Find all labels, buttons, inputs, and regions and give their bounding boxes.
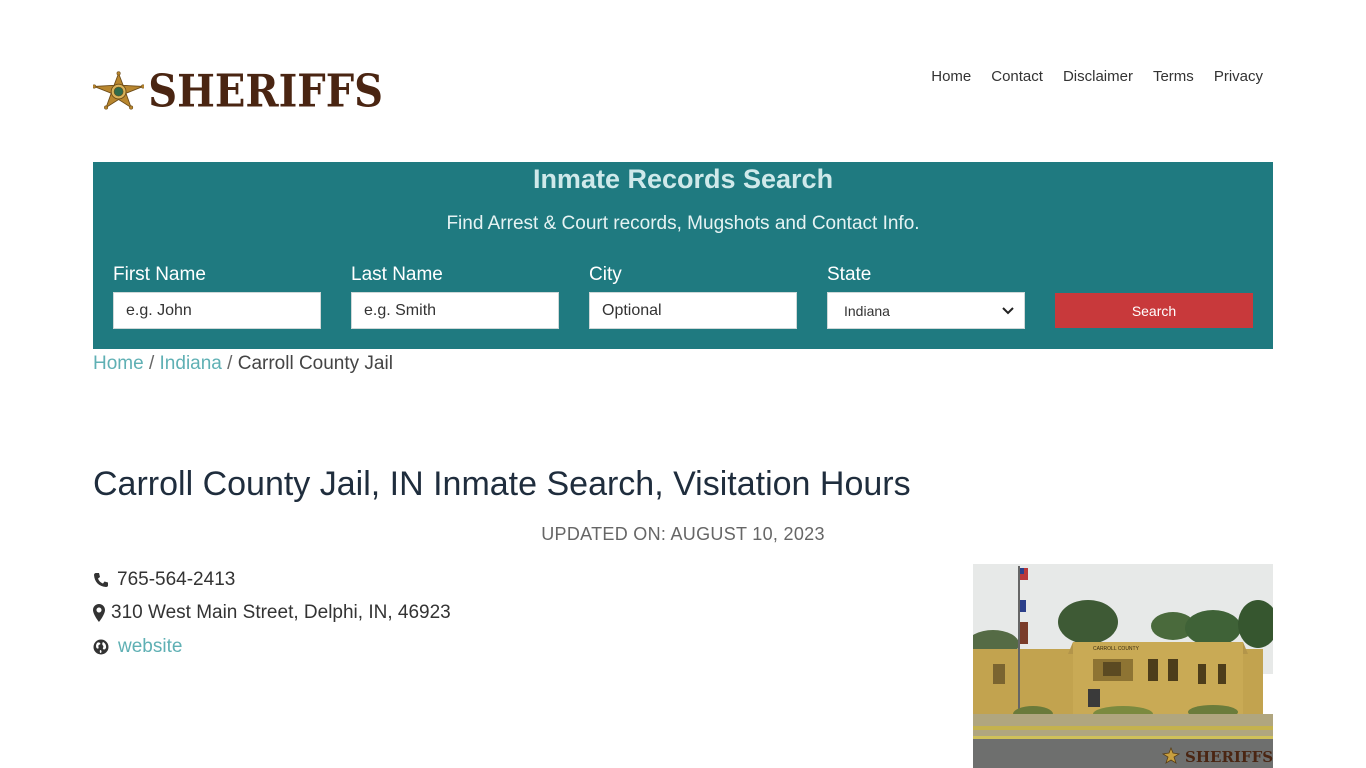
breadcrumb-home[interactable]: Home: [93, 353, 144, 374]
nav-privacy[interactable]: Privacy: [1214, 68, 1263, 85]
breadcrumb-current: Carroll County Jail: [237, 353, 393, 374]
search-panel-subtitle: Find Arrest & Court records, Mugshots an…: [446, 213, 920, 234]
search-button[interactable]: Search: [1055, 293, 1253, 328]
city-input[interactable]: [589, 292, 797, 329]
breadcrumb-separator: /: [227, 353, 233, 374]
top-nav: Home Contact Disclaimer Terms Privacy: [931, 68, 1263, 85]
state-select[interactable]: Indiana: [827, 292, 1025, 329]
address-text: 310 West Main Street, Delphi, IN, 46923: [111, 602, 451, 623]
nav-home[interactable]: Home: [931, 68, 971, 85]
last-name-label: Last Name: [351, 264, 443, 285]
phone-row: 765-564-2413: [93, 569, 235, 591]
breadcrumb: Home / Indiana / Carroll County Jail: [93, 353, 393, 375]
state-select-value: Indiana: [844, 302, 890, 319]
chevron-down-icon: [1002, 304, 1014, 318]
photo-watermark: SHERIFFS: [1185, 748, 1273, 766]
updated-date: UPDATED ON: AUGUST 10, 2023: [541, 524, 825, 544]
logo-wordmark: SHERIFFS: [148, 64, 383, 118]
address-row: 310 West Main Street, Delphi, IN, 46923: [93, 602, 451, 624]
photo-sign-text: CARROLL COUNTY: [1093, 646, 1140, 652]
city-label: City: [589, 264, 622, 285]
last-name-input[interactable]: [351, 292, 559, 329]
breadcrumb-state[interactable]: Indiana: [160, 353, 222, 374]
breadcrumb-separator: /: [148, 353, 155, 374]
state-label: State: [827, 264, 872, 285]
nav-terms[interactable]: Terms: [1153, 68, 1194, 85]
phone-number: 765-564-2413: [117, 569, 236, 590]
phone-icon: [93, 571, 109, 589]
first-name-input[interactable]: [113, 292, 321, 329]
map-marker-icon: [93, 604, 105, 622]
nav-disclaimer[interactable]: Disclaimer: [1063, 68, 1133, 85]
sheriff-badge-icon: [93, 71, 145, 110]
first-name-label: First Name: [113, 264, 206, 285]
page-title: Carroll County Jail, IN Inmate Search, V…: [93, 465, 911, 503]
jail-photo: SHERIFFS CARROLL COUNTY: [973, 564, 1273, 768]
site-logo[interactable]: SHERIFFS: [93, 58, 383, 124]
globe-icon: [93, 638, 109, 656]
website-link[interactable]: website: [118, 636, 182, 658]
nav-contact[interactable]: Contact: [991, 68, 1043, 85]
website-row: website: [93, 636, 182, 658]
search-panel-title: Inmate Records Search: [532, 164, 834, 194]
